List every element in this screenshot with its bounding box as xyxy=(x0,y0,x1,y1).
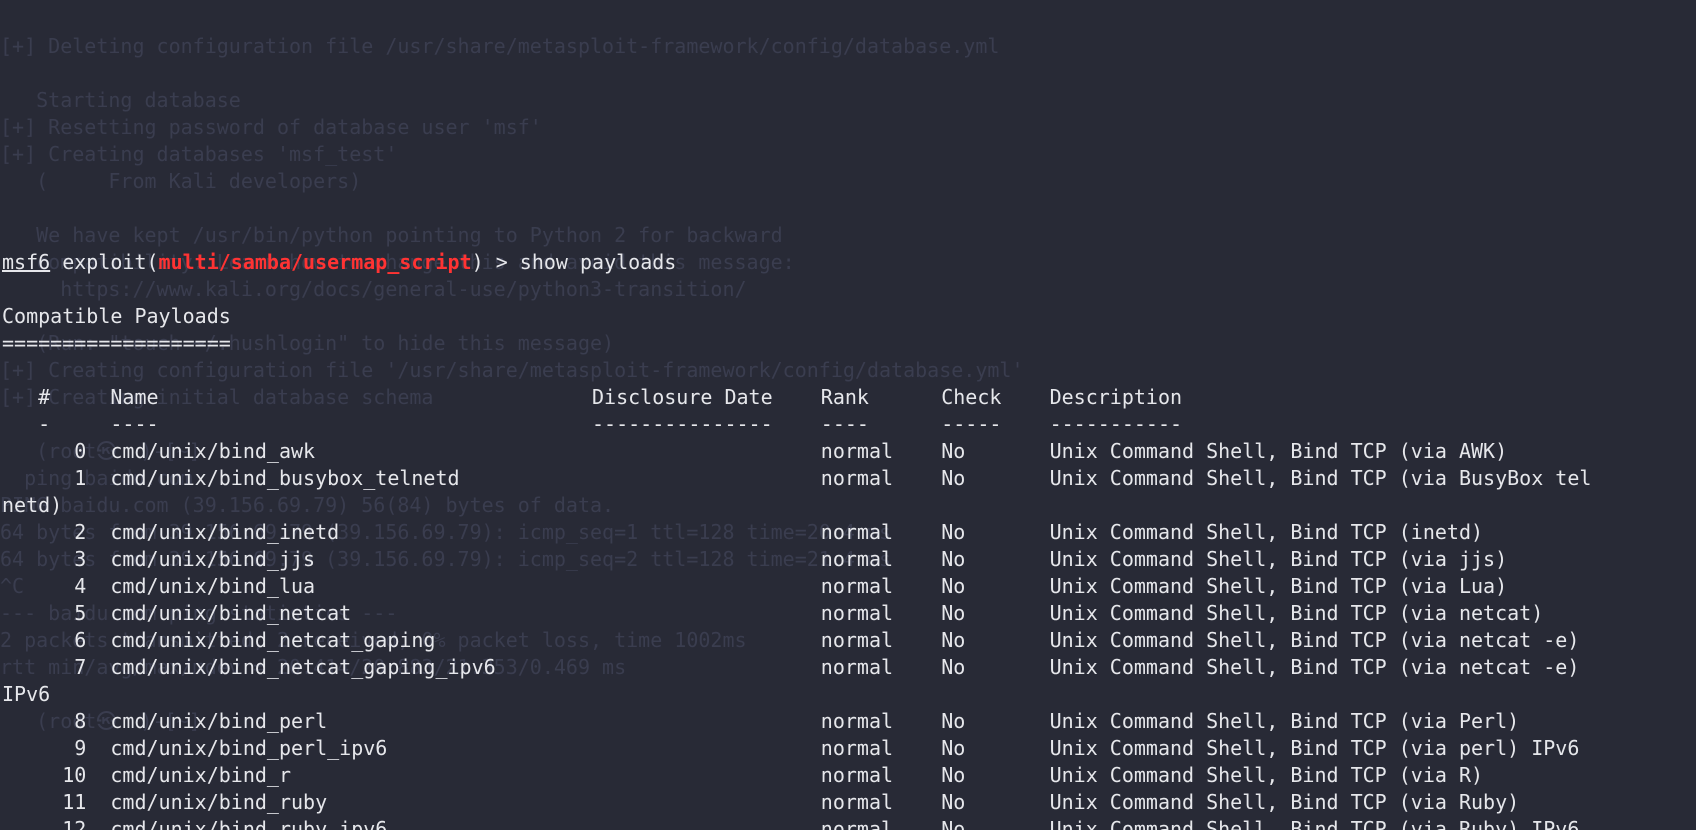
table-header-rule: - ---- --------------- ---- ----- ------… xyxy=(2,412,1182,436)
table-header: # Name Disclosure Date Rank Check Descri… xyxy=(2,385,1182,409)
prompt-close: ) xyxy=(472,250,484,274)
terminal-output[interactable]: [+] Deleting configuration file /usr/sha… xyxy=(0,0,1696,830)
prompt-prefix: msf6 xyxy=(2,250,50,274)
ghost-line: [+] Deleting configuration file /usr/sha… xyxy=(0,33,1696,60)
ghost-line: ( From Kali developers) xyxy=(0,168,1696,195)
ghost-line: [+] Creating databases 'msf_test' xyxy=(0,141,1696,168)
payload-list: 0 cmd/unix/bind_awk normal No Unix Comma… xyxy=(2,439,1591,830)
prompt-module: multi/samba/usermap_script xyxy=(159,250,472,274)
section-heading: Compatible Payloads xyxy=(2,304,231,328)
ghost-line: [+] Resetting password of database user … xyxy=(0,114,1696,141)
ghost-line: Starting database xyxy=(0,87,1696,114)
section-rule: =================== xyxy=(2,331,231,355)
prompt-exploit-label: exploit( xyxy=(62,250,158,274)
command-text: show payloads xyxy=(520,250,677,274)
